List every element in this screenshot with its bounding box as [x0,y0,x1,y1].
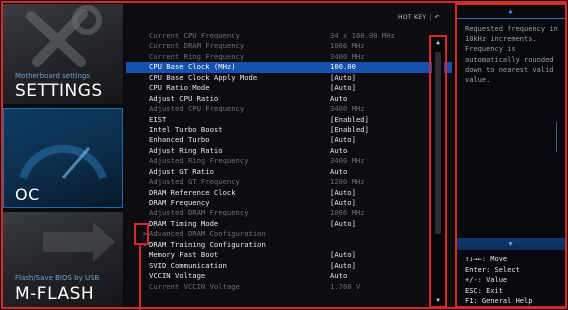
bios-screen: Motherboard settings SETTINGS OC Flash/S… [0,0,568,310]
arrow-highlight-box [134,223,149,245]
arrow-highlight-line [139,245,141,310]
help-highlight-box [455,3,567,308]
scrollbar-highlight-box [429,35,447,308]
